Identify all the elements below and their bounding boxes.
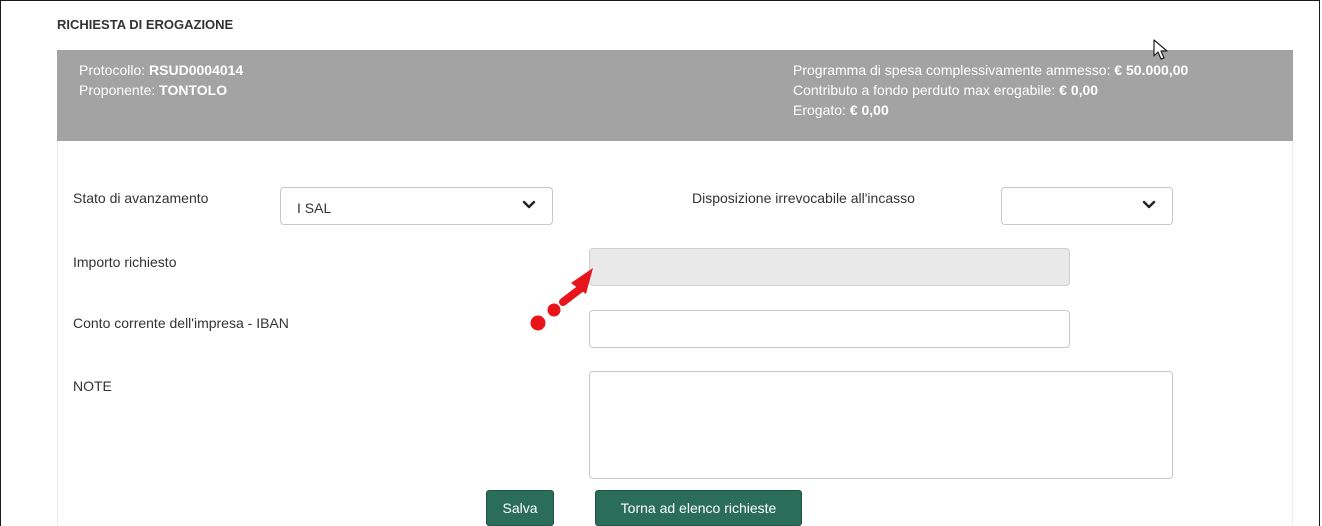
- proponente-row: Proponente: TONTOLO: [79, 80, 243, 100]
- contributo-label: Contributo a fondo perduto max erogabile…: [793, 82, 1060, 98]
- programma-label: Programma di spesa complessivamente amme…: [793, 62, 1115, 78]
- contributo-value: € 0,00: [1059, 82, 1099, 98]
- erogato-label: Erogato:: [793, 102, 850, 118]
- salva-button[interactable]: Salva: [486, 490, 554, 526]
- programma-value: € 50.000,00: [1114, 62, 1189, 78]
- chevron-down-icon: [1142, 200, 1156, 209]
- mouse-cursor-icon: [1153, 39, 1168, 60]
- protocollo-label: Protocollo:: [79, 62, 150, 78]
- section-title: RICHIESTA DI EROGAZIONE: [57, 17, 234, 32]
- info-right: Programma di spesa complessivamente amme…: [793, 60, 1188, 120]
- proponente-value: TONTOLO: [159, 82, 228, 98]
- protocollo-value: RSUD0004014: [149, 62, 244, 78]
- erogato-row: Erogato: € 0,00: [793, 100, 1188, 120]
- torna-elenco-button[interactable]: Torna ad elenco richieste: [595, 490, 802, 526]
- contributo-row: Contributo a fondo perduto max erogabile…: [793, 80, 1188, 100]
- disposizione-select[interactable]: [1001, 187, 1173, 225]
- info-bar: Protocollo: RSUD0004014 Proponente: TONT…: [57, 50, 1293, 141]
- programma-row: Programma di spesa complessivamente amme…: [793, 60, 1188, 80]
- iban-input[interactable]: [589, 310, 1070, 348]
- importo-label: Importo richiesto: [73, 254, 177, 270]
- iban-label: Conto corrente dell'impresa - IBAN: [73, 315, 289, 331]
- importo-input[interactable]: [589, 248, 1070, 286]
- protocollo-row: Protocollo: RSUD0004014: [79, 60, 243, 80]
- stato-label: Stato di avanzamento: [73, 190, 209, 206]
- disposizione-label: Disposizione irrevocabile all'incasso: [692, 190, 915, 206]
- chevron-down-icon: [522, 200, 536, 209]
- erogato-value: € 0,00: [849, 102, 889, 118]
- note-textarea[interactable]: [589, 371, 1173, 479]
- stato-select[interactable]: I SAL: [280, 187, 553, 225]
- annotation-arrow-icon: [530, 268, 593, 331]
- proponente-label: Proponente:: [79, 82, 160, 98]
- note-label: NOTE: [73, 378, 112, 394]
- stato-select-value: I SAL: [297, 200, 332, 216]
- info-left: Protocollo: RSUD0004014 Proponente: TONT…: [79, 60, 243, 100]
